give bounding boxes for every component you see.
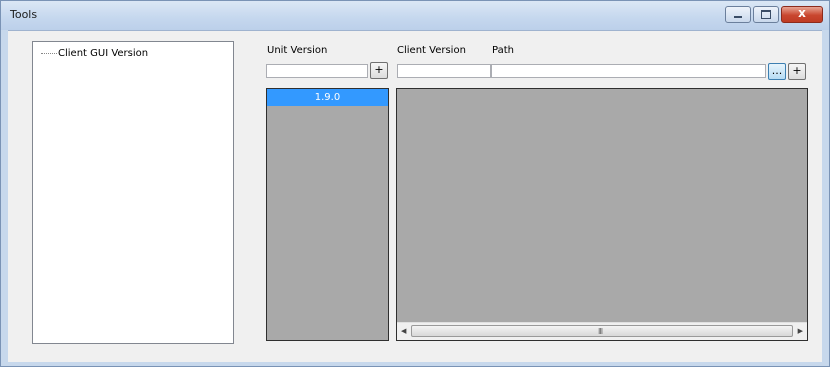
horizontal-scrollbar[interactable]: ◀ III ▶ — [397, 322, 807, 340]
minimize-button[interactable] — [725, 6, 751, 23]
unit-version-input[interactable] — [266, 64, 368, 78]
list-item[interactable]: 1.9.0 — [267, 89, 388, 106]
scrollbar-thumb[interactable]: III — [411, 325, 793, 337]
scroll-left-icon[interactable]: ◀ — [401, 327, 406, 335]
client-version-label: Client Version — [397, 45, 466, 56]
tree-connector — [41, 52, 57, 55]
client-version-grid[interactable]: ◀ III ▶ — [396, 88, 808, 341]
tools-window: Tools x Client GUI Version Unit Version … — [0, 0, 830, 367]
unit-version-label: Unit Version — [267, 45, 328, 56]
tree-item-client-gui-version[interactable]: Client GUI Version — [41, 48, 148, 59]
maximize-icon — [761, 10, 771, 19]
window-title: Tools — [10, 8, 38, 21]
add-unit-version-button[interactable]: + — [370, 62, 388, 79]
minimize-icon — [734, 16, 742, 18]
unit-version-list[interactable]: 1.9.0 — [266, 88, 389, 341]
window-controls: x — [723, 6, 823, 23]
maximize-button[interactable] — [753, 6, 779, 23]
scroll-right-icon[interactable]: ▶ — [798, 327, 803, 335]
client-area: Client GUI Version Unit Version Client V… — [8, 30, 822, 362]
browse-path-button[interactable]: ... — [768, 63, 786, 80]
client-version-input[interactable] — [397, 64, 491, 78]
path-label: Path — [492, 45, 514, 56]
scroll-grip-icon: III — [598, 327, 603, 336]
close-button[interactable]: x — [781, 6, 823, 23]
path-input[interactable] — [491, 64, 766, 78]
title-bar[interactable]: Tools x — [1, 1, 829, 30]
add-path-button[interactable]: + — [788, 63, 806, 80]
tree-item-label: Client GUI Version — [58, 48, 149, 59]
close-icon: x — [798, 6, 806, 20]
version-tree[interactable]: Client GUI Version — [32, 41, 234, 344]
